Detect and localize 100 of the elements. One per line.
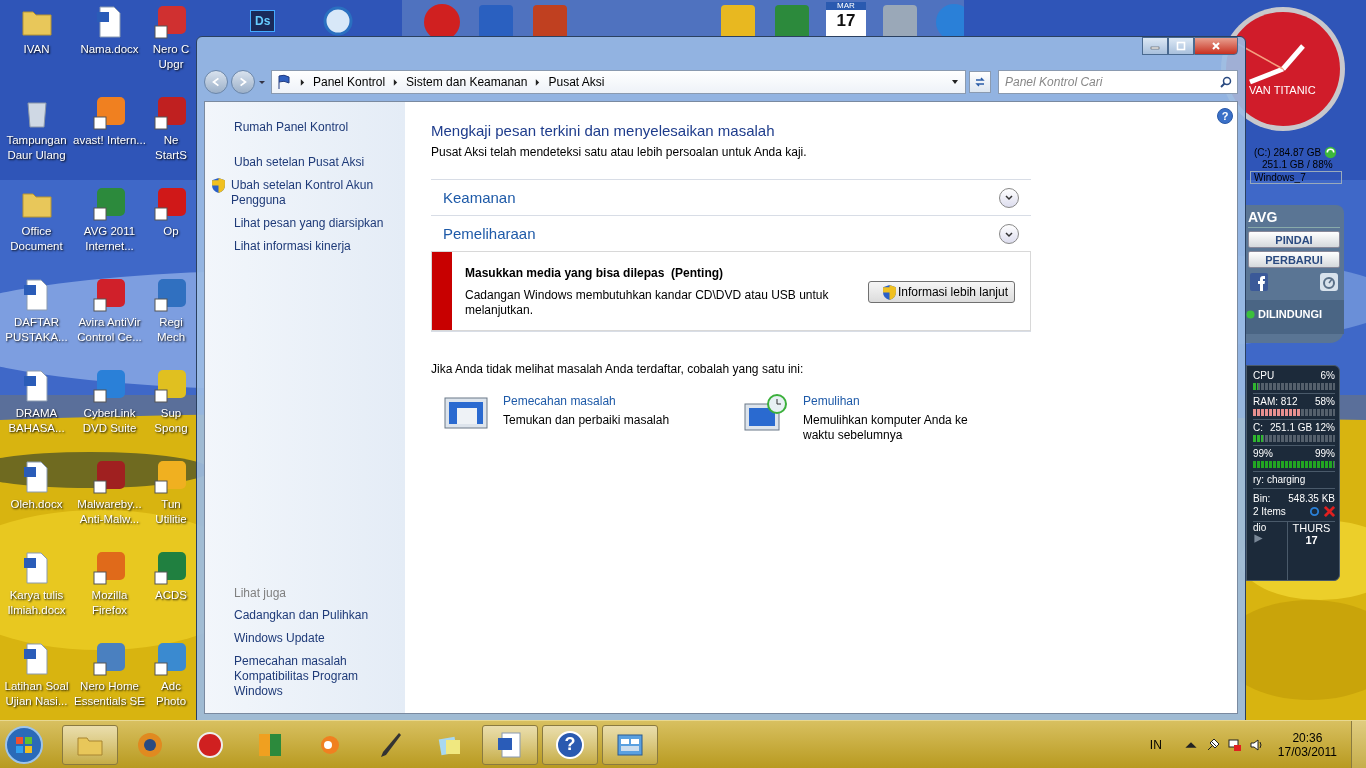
icon-label[interactable]: Office Document: [0, 224, 73, 254]
app-icon[interactable]: [91, 550, 128, 586]
more-info-button[interactable]: Informasi lebih lanjut: [867, 281, 1015, 303]
app-icon[interactable]: [91, 277, 128, 313]
chevron-icon[interactable]: [393, 78, 399, 86]
dropdown-caret-icon[interactable]: [951, 78, 959, 86]
meter-value: 58%: [1315, 396, 1335, 407]
recent-pages-caret-icon[interactable]: [258, 78, 266, 86]
breadcrumb[interactable]: Pusat Aksi: [548, 75, 605, 89]
icon-label[interactable]: IVAN: [23, 42, 50, 57]
tool-link[interactable]: Pemulihan: [803, 394, 983, 408]
hint-text: Jika Anda tidak melihat masalah Anda terdaftar, cobalah yang satu ini:: [431, 362, 805, 376]
sidebar-link[interactable]: Ubah setelan Pusat Aksi: [234, 155, 365, 170]
breadcrumb[interactable]: Panel Kontrol: [313, 75, 386, 89]
show-desktop-button[interactable]: [1351, 721, 1366, 768]
start-button[interactable]: [4, 724, 44, 765]
app-icon[interactable]: [153, 277, 189, 313]
sidebar-link[interactable]: Lihat informasi kinerja: [234, 239, 351, 254]
speaker-icon[interactable]: [1249, 737, 1264, 752]
app-icon[interactable]: [153, 550, 189, 586]
app-icon[interactable]: [153, 368, 189, 404]
sidebar-link[interactable]: Rumah Panel Kontrol: [234, 120, 397, 135]
icon-label[interactable]: avast! Intern...: [73, 133, 146, 148]
expand-button[interactable]: [999, 223, 1019, 244]
sidebar-link[interactable]: Windows Update: [234, 631, 397, 646]
play-icon[interactable]: [1253, 533, 1264, 544]
back-button[interactable]: [204, 70, 228, 94]
pin-icon[interactable]: [1205, 737, 1220, 752]
app-icon[interactable]: [153, 459, 189, 495]
icon-label[interactable]: Nama.docx: [80, 42, 139, 57]
app-icon[interactable]: [91, 368, 128, 404]
taskbar-button[interactable]: [482, 724, 538, 765]
maximize-button[interactable]: [1168, 37, 1194, 55]
language-indicator[interactable]: IN: [1149, 737, 1162, 752]
icon-label[interactable]: Op: [163, 224, 179, 239]
app-icon[interactable]: [91, 95, 128, 131]
app-icon[interactable]: [91, 641, 128, 677]
sidebar-link[interactable]: Ubah setelan Kontrol Akun Pengguna: [231, 178, 397, 208]
breadcrumb[interactable]: Sistem dan Keamanan: [406, 75, 528, 89]
icon-label[interactable]: CyberLink DVD Suite: [73, 406, 146, 436]
icon-label[interactable]: Ne StartS: [155, 133, 187, 163]
app-icon[interactable]: Ds: [250, 10, 276, 32]
search-icon[interactable]: [1220, 76, 1232, 88]
drive-size: (C:) 284.87 GB: [1254, 147, 1322, 158]
computer-clock-icon[interactable]: [743, 394, 789, 434]
weekday: THURS: [1292, 522, 1331, 534]
expand-button[interactable]: [999, 187, 1019, 208]
icon-label[interactable]: Tampungan Daur Ulang: [0, 133, 73, 163]
message-title: Masukkan media yang bisa dilepas (Penting): [465, 266, 725, 280]
battery-status: ry: charging: [1253, 474, 1335, 489]
shield-icon: [882, 284, 896, 300]
app-icon[interactable]: [153, 95, 189, 131]
search-field[interactable]: Panel Kontrol Cari: [998, 70, 1238, 94]
gadget-button[interactable]: PERBARUI: [1248, 251, 1340, 268]
address-bar[interactable]: Panel Kontrol Sistem dan Keamanan Pusat Aksi: [271, 70, 966, 94]
taskbar-button[interactable]: ?: [542, 724, 598, 765]
sidebar-link[interactable]: Lihat pesan yang diarsipkan: [234, 216, 384, 231]
clock-label: VAN TITANIC: [1249, 84, 1316, 96]
bin-size: 548.35 KB: [1288, 493, 1335, 504]
bin-items: 2 Items: [1253, 506, 1286, 517]
icon-label[interactable]: DRAMA BAHASA...: [0, 406, 73, 436]
gadget-button[interactable]: PINDAI: [1248, 231, 1340, 248]
close-icon: [1211, 41, 1221, 51]
gadget-title: AVG: [1248, 209, 1340, 228]
facebook-icon[interactable]: [1250, 273, 1268, 291]
refresh-icon[interactable]: [1324, 146, 1338, 159]
calendar-icon[interactable]: MAR 17: [826, 2, 866, 36]
gauge-icon[interactable]: [1320, 273, 1338, 291]
network-icon[interactable]: [1227, 737, 1242, 752]
section-title[interactable]: Pemeliharaan: [443, 225, 536, 242]
sidebar-link[interactable]: Pemecahan masalah Kompatibilitas Program Windows: [234, 654, 397, 699]
close-icon[interactable]: [1324, 506, 1335, 517]
app-icon[interactable]: [153, 4, 189, 40]
section-heading: Lihat juga: [234, 586, 288, 600]
help-button[interactable]: ?: [1217, 108, 1233, 124]
app-icon[interactable]: [91, 186, 128, 222]
sidebar-link[interactable]: Cadangkan dan Pulihkan: [234, 608, 397, 623]
tool-description: Temukan dan perbaiki masalah: [503, 413, 671, 428]
clock-date[interactable]: 17/03/2011: [1277, 744, 1337, 759]
refresh-button[interactable]: [969, 71, 991, 93]
section-title[interactable]: Keamanan: [443, 189, 516, 206]
recycle-icon[interactable]: [1309, 506, 1320, 517]
forward-button[interactable]: [231, 70, 255, 94]
taskbar-button[interactable]: [602, 724, 658, 765]
clock-time[interactable]: 20:36: [1292, 730, 1323, 745]
minimize-button[interactable]: [1142, 37, 1168, 55]
chevron-icon[interactable]: [535, 78, 541, 86]
app-icon: [195, 729, 225, 760]
tool-link[interactable]: Pemecahan masalah: [503, 394, 683, 408]
icon-label[interactable]: AVG 2011 Internet...: [73, 224, 146, 254]
page-title: Mengkaji pesan terkini dan menyelesaikan masalah: [431, 122, 776, 139]
chevron-icon[interactable]: [300, 78, 305, 86]
app-icon[interactable]: [323, 6, 354, 36]
close-button[interactable]: [1194, 37, 1238, 55]
app-icon[interactable]: [153, 186, 189, 222]
meter-label: CPU: [1253, 370, 1275, 381]
taskbar-button[interactable]: [62, 724, 118, 765]
app-icon[interactable]: [153, 641, 189, 677]
app-icon[interactable]: [91, 459, 128, 495]
icon-label[interactable]: Nero C Upgr: [152, 42, 190, 72]
